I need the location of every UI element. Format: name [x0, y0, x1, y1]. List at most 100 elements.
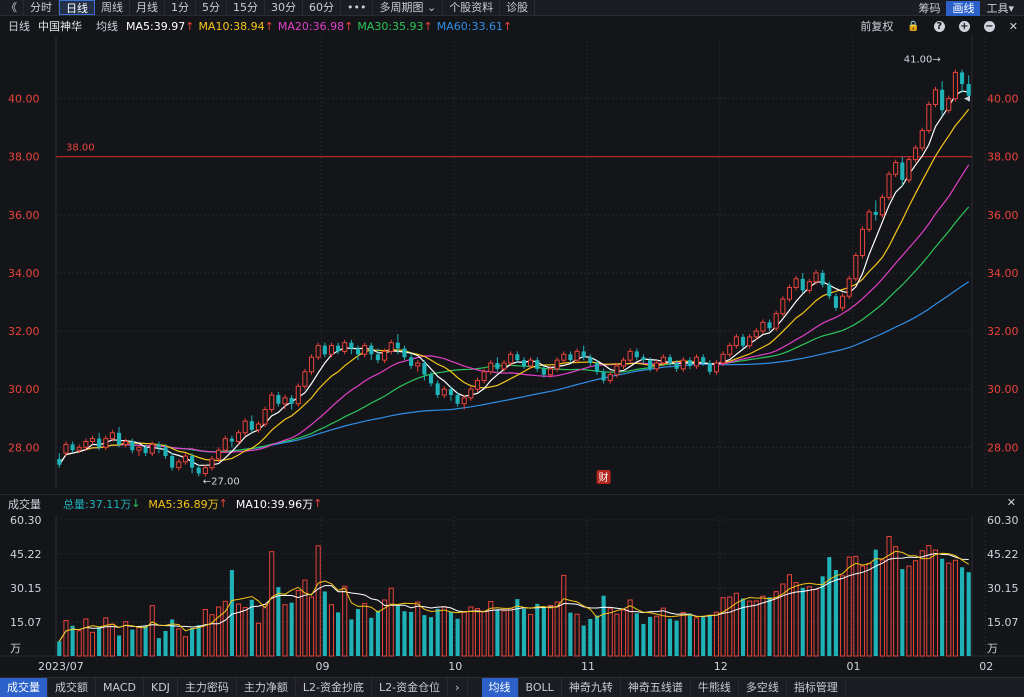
overlay-tab-3[interactable]: 神奇五线谱 [621, 678, 691, 697]
lock-icon[interactable]: 🔒 [907, 21, 919, 32]
candle-body [614, 365, 620, 376]
overlay-tab-0[interactable]: 均线 [481, 678, 519, 697]
volume-bar [402, 611, 407, 656]
tabs-scroll-icon[interactable]: › [448, 678, 468, 697]
period-tab-5[interactable]: 5分 [196, 0, 227, 15]
period-tab-10[interactable]: 多周期图 ⌄ [373, 0, 444, 15]
ma30-line [58, 206, 970, 466]
volume-bar [853, 555, 859, 657]
volume-info-bar: 成交量 总量:37.11万 ↓ MA5:36.89万 ↑ MA10:39.96万 ↑ … [0, 494, 1024, 512]
period-tab-8[interactable]: 60分 [303, 0, 341, 15]
volume-bar [667, 618, 673, 656]
candle-body [302, 371, 308, 387]
volume-bar [474, 608, 481, 657]
candle-body [117, 432, 122, 445]
indicator-tab-7[interactable]: L2-资金仓位 [372, 678, 449, 697]
candle-body [607, 374, 613, 381]
overlay-tab-5[interactable]: 多空线 [739, 678, 787, 697]
candle-body [322, 345, 327, 355]
candle-body [806, 281, 812, 291]
zoom-in-icon[interactable]: + [958, 20, 970, 32]
volume-tick-left: 万 [10, 642, 21, 655]
volume-bar [328, 604, 335, 657]
candle-body [594, 363, 600, 372]
candle-body [667, 357, 673, 364]
candle-body [760, 321, 766, 332]
zoom-out-icon[interactable]: − [983, 20, 995, 32]
volume-panel [0, 513, 1024, 663]
volume-bar [873, 549, 878, 656]
indicator-tab-1[interactable]: 成交额 [48, 678, 96, 697]
tool-button-2[interactable]: 工具▾ [980, 1, 1020, 16]
overlay-tab-1[interactable]: BOLL [519, 678, 562, 697]
volume-bar [966, 572, 971, 656]
indicator-tab-2[interactable]: MACD [96, 678, 144, 697]
period-tab-6[interactable]: 15分 [227, 0, 265, 15]
price-tick-left: 38.00 [8, 151, 40, 164]
candle-body [827, 284, 832, 297]
volume-ma5-line [58, 550, 969, 642]
candle-body [196, 467, 201, 474]
volume-bar [209, 614, 215, 657]
volume-bar [163, 630, 168, 656]
period-tab-0[interactable]: 分时 [24, 0, 59, 15]
help-icon[interactable]: ? [933, 20, 945, 32]
candle-body [859, 228, 866, 257]
candle-body [255, 423, 262, 431]
volume-bar [760, 595, 766, 657]
candle-body [853, 255, 859, 280]
tool-button-0[interactable]: 筹码 [912, 1, 946, 16]
back-button[interactable]: 《 [0, 0, 24, 15]
candle-body [873, 211, 878, 215]
date-label: 2023/07 [38, 660, 84, 673]
candle-body [422, 363, 427, 375]
close-icon[interactable]: ✕ [1009, 20, 1018, 33]
volume-bar [488, 601, 494, 657]
indicator-tab-6[interactable]: L2-资金抄底 [296, 678, 373, 697]
candlestick-chart[interactable]: 40.00 40.00 38.00 38.00 36.00 36.00 34.00 34.00… [0, 0, 1024, 697]
candle-body [687, 360, 692, 366]
indicator-tab-5[interactable]: 主力净额 [237, 678, 296, 697]
candle-body [461, 397, 467, 405]
overlay-tab-4[interactable]: 牛熊线 [691, 678, 739, 697]
candle-body [773, 313, 779, 329]
tool-button-1[interactable]: 画线 [946, 0, 981, 16]
volume-bar [528, 613, 534, 657]
volume-bar [959, 567, 965, 656]
overlay-tab-2[interactable]: 神奇九转 [562, 678, 621, 697]
candle-body [395, 342, 400, 349]
candle-body [209, 458, 215, 469]
overlay-tab-6[interactable]: 指标管理 [787, 678, 846, 697]
volume-tick-left: 60.30 [10, 514, 42, 527]
volume-bar [827, 557, 832, 656]
indicator-tabs: 成交量 成交额 MACD KDJ 主力密码 主力净额 L2-资金抄底 L2-资金仓位 › 均线 BO… [0, 677, 1024, 697]
volume-bar [919, 550, 925, 657]
candle-body [561, 353, 567, 361]
volume-bar [369, 617, 374, 656]
volume-bar [481, 610, 487, 657]
period-tab-3[interactable]: 月线 [130, 0, 165, 15]
candle-body [315, 345, 321, 358]
adjust-label[interactable]: 前复权 [860, 18, 893, 34]
candle-body [654, 362, 660, 370]
candle-body [541, 368, 546, 375]
period-tab-9[interactable]: ••• [341, 0, 374, 15]
volume-bar [574, 613, 580, 657]
period-tab-11[interactable]: 个股资料 [443, 0, 501, 15]
indicator-tab-3[interactable]: KDJ [144, 678, 178, 697]
volume-bar [461, 611, 467, 657]
period-tab-7[interactable]: 30分 [265, 0, 303, 15]
period-tab-2[interactable]: 周线 [95, 0, 130, 15]
indicator-tab-4[interactable]: 主力密码 [178, 678, 237, 697]
candle-body [786, 286, 793, 300]
volume-close-icon[interactable]: ✕ [1007, 496, 1016, 509]
avg-line-label[interactable]: 均线 [96, 18, 118, 34]
candle-body [521, 360, 527, 366]
candle-body [349, 342, 354, 349]
date-label: 02 [979, 660, 993, 673]
volume-bar [242, 606, 248, 657]
period-tab-12[interactable]: 诊股 [500, 0, 536, 15]
period-tab-1[interactable]: 日线 [59, 0, 95, 15]
indicator-tab-0[interactable]: 成交量 [0, 678, 48, 697]
period-tab-4[interactable]: 1分 [165, 0, 196, 15]
